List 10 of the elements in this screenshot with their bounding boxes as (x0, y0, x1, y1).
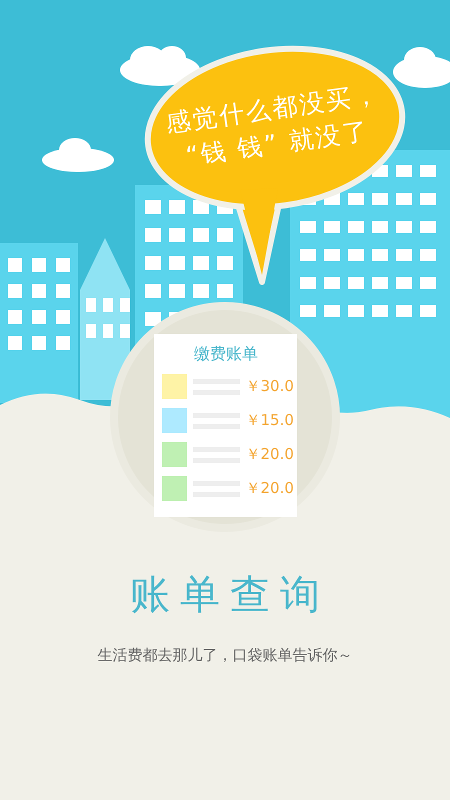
subtitle: 生活费都去那儿了，口袋账单告诉你～ (98, 646, 352, 665)
bill-amount: ￥15.0 (246, 411, 294, 430)
bill-amount: ￥20.0 (246, 445, 294, 464)
cloud-icon (42, 138, 114, 172)
bill-amount: ￥20.0 (246, 479, 294, 498)
card-title: 缴费账单 (193, 344, 259, 365)
page-title: 账单查询 (129, 571, 330, 620)
cloud-icon (393, 47, 450, 88)
cloud-icon (120, 46, 200, 86)
bill-amount: ￥30.0 (246, 377, 294, 396)
